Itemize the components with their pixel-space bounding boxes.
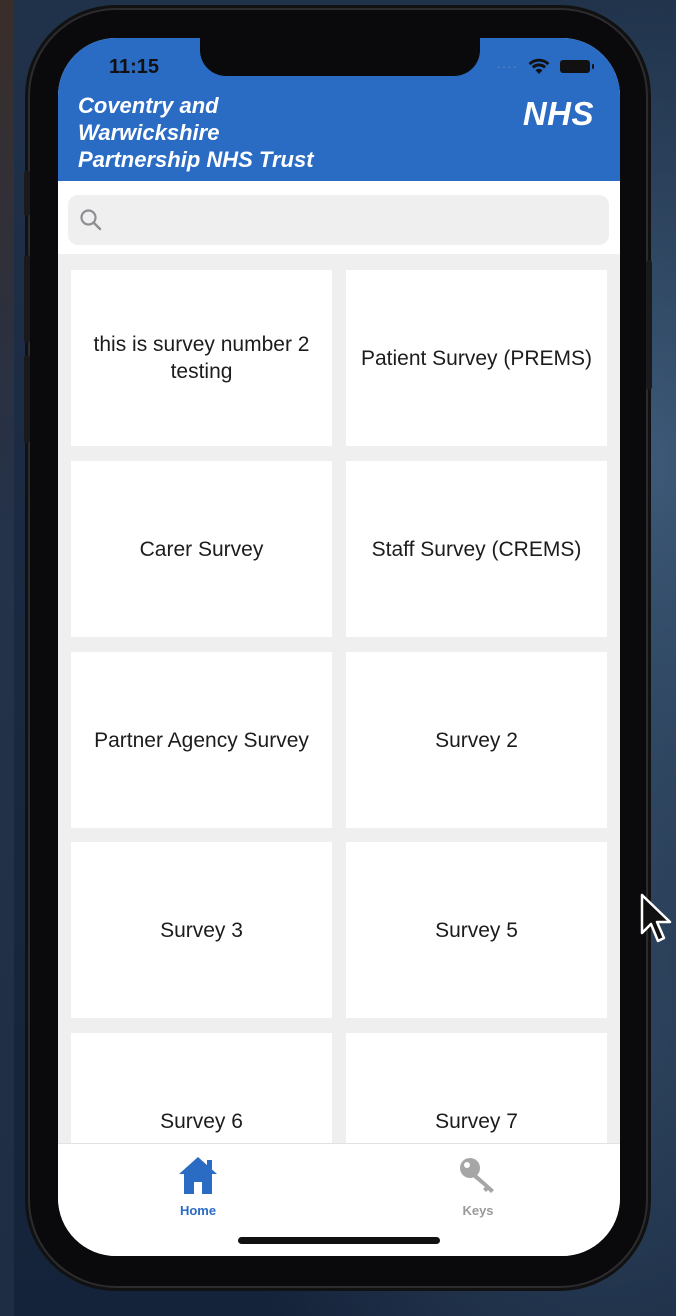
survey-tile[interactable]: Survey 6: [71, 1033, 332, 1143]
volume-down-button: [24, 355, 30, 443]
power-button: [646, 260, 652, 390]
mouse-cursor-icon: [640, 893, 672, 943]
tab-keys-label: Keys: [462, 1203, 494, 1218]
notch: [200, 38, 480, 76]
desktop-edge: [0, 0, 14, 1316]
survey-tile[interactable]: Staff Survey (CREMS): [346, 461, 607, 637]
survey-tile[interactable]: Carer Survey: [71, 461, 332, 637]
volume-up-button: [24, 255, 30, 343]
survey-tile[interactable]: Survey 2: [346, 652, 607, 828]
app-screen: 11:15 ···· Coventry and Warwickshire Par…: [58, 38, 620, 1256]
search-icon: [80, 209, 102, 231]
home-indicator: [238, 1237, 440, 1244]
nhs-logo: NHS: [522, 95, 594, 132]
survey-tile[interactable]: this is survey number 2 testing: [71, 270, 332, 446]
survey-tile[interactable]: Partner Agency Survey: [71, 652, 332, 828]
organisation-name: Coventry and Warwickshire Partnership NH…: [78, 92, 378, 173]
mute-switch: [24, 170, 30, 216]
app-header: 11:15 ···· Coventry and Warwickshire Par…: [58, 38, 620, 181]
tab-keys[interactable]: Keys: [418, 1154, 538, 1218]
survey-tile[interactable]: Patient Survey (PREMS): [346, 270, 607, 446]
search-bar-container: [58, 181, 620, 254]
survey-tile[interactable]: Survey 5: [346, 842, 607, 1018]
organisation-name-line: Coventry and: [78, 93, 219, 118]
survey-grid: this is survey number 2 testing Patient …: [58, 254, 620, 1143]
survey-tile[interactable]: Survey 7: [346, 1033, 607, 1143]
tab-home[interactable]: Home: [138, 1154, 258, 1218]
wifi-icon: [528, 58, 550, 74]
status-time: 11:15: [108, 56, 160, 78]
search-input[interactable]: [68, 195, 609, 245]
status-icons: ····: [496, 58, 594, 75]
battery-icon: [560, 60, 594, 73]
signal-icon: ····: [496, 59, 518, 74]
organisation-name-line: Partnership NHS Trust: [78, 147, 314, 172]
organisation-name-line: Warwickshire: [78, 120, 220, 145]
key-icon: [460, 1158, 494, 1193]
home-icon: [179, 1157, 217, 1194]
tab-home-label: Home: [179, 1203, 217, 1218]
survey-tile[interactable]: Survey 3: [71, 842, 332, 1018]
